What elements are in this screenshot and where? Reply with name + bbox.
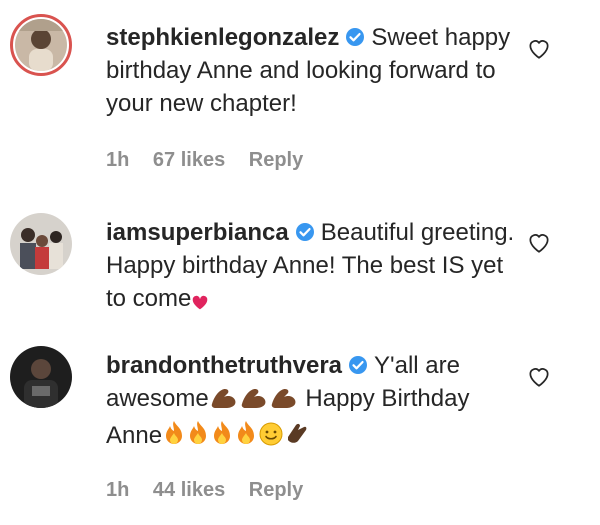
- avatar-image: [15, 19, 67, 71]
- avatar[interactable]: [10, 213, 72, 275]
- flexed-biceps-emoji: [209, 384, 239, 419]
- fire-emoji: [162, 419, 186, 456]
- fire-emoji: [234, 419, 258, 456]
- comment-username[interactable]: iamsuperbianca: [106, 219, 289, 246]
- comment-meta: 1h 67 likes Reply: [106, 149, 321, 172]
- avatar-image: [10, 346, 72, 408]
- avatar[interactable]: [10, 14, 72, 76]
- comment-body: stephkienlegonzalez Sweet happy birthday …: [106, 21, 516, 120]
- comment-body: brandonthetruthvera Y'all are awesome Hap…: [106, 349, 516, 456]
- flexed-biceps-emoji: [269, 384, 299, 419]
- red-heart-emoji: [191, 286, 209, 319]
- like-heart-icon[interactable]: [526, 364, 552, 388]
- reply-button[interactable]: Reply: [249, 479, 303, 501]
- verified-badge-icon: [349, 356, 368, 374]
- avatar-image: [10, 213, 72, 275]
- verified-badge-icon: [346, 28, 365, 46]
- smiling-face-emoji: [258, 421, 284, 456]
- avatar[interactable]: [10, 346, 72, 408]
- comment-body: iamsuperbianca Beautiful greeting. Happy …: [106, 216, 516, 319]
- comment-time: 1h: [106, 479, 130, 501]
- clapping-hands-emoji: [284, 421, 310, 456]
- verified-badge-icon: [295, 223, 314, 241]
- comment-likes[interactable]: 67 likes: [153, 149, 225, 171]
- comment-meta: 1h 44 likes Reply: [106, 479, 321, 502]
- comment-username[interactable]: stephkienlegonzalez: [106, 24, 339, 51]
- fire-emoji: [210, 419, 234, 456]
- comment-likes[interactable]: 44 likes: [153, 479, 225, 501]
- like-heart-icon[interactable]: [526, 36, 552, 60]
- flexed-biceps-emoji: [239, 384, 269, 419]
- like-heart-icon[interactable]: [526, 230, 552, 254]
- fire-emoji: [186, 419, 210, 456]
- comment-username[interactable]: brandonthetruthvera: [106, 352, 342, 379]
- comment-time: 1h: [106, 149, 130, 171]
- reply-button[interactable]: Reply: [249, 149, 303, 171]
